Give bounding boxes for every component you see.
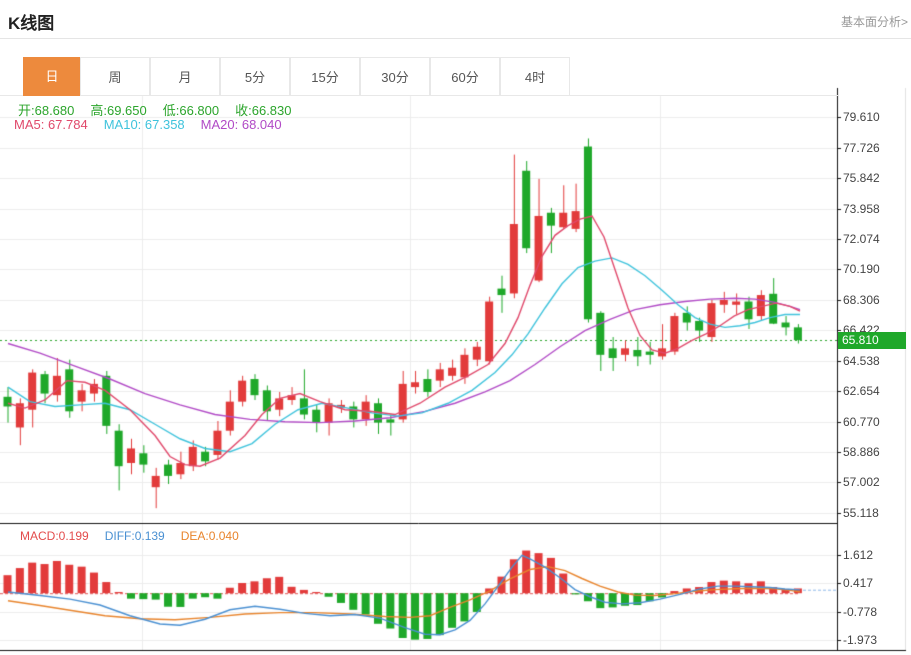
current-price-tag: 65.810 bbox=[838, 332, 906, 349]
kline-panel: K线图 基本面分析> 日周月5分15分30分60分4时 开:68.680 高:69… bbox=[0, 0, 911, 655]
macdLegend-item: DEA:0.040 bbox=[181, 529, 239, 543]
page-title: K线图 bbox=[8, 9, 54, 34]
axis-tick-label: 57.002 bbox=[843, 475, 880, 489]
ma-legend: MA5: 67.784 MA10: 67.358 MA20: 68.040 bbox=[14, 117, 298, 132]
axis-tick-label: 1.612 bbox=[843, 548, 873, 562]
ohlcLegend-item: 低:66.800 bbox=[163, 103, 219, 118]
tab-4h[interactable]: 4时 bbox=[500, 57, 570, 96]
axis-tick-label: 75.842 bbox=[843, 171, 880, 185]
macdLegend-item: DIFF:0.139 bbox=[105, 529, 165, 543]
axis-tick-label: 55.118 bbox=[843, 506, 879, 520]
axis-tick-label: 64.538 bbox=[843, 354, 880, 368]
maLegend-item: MA5: 67.784 bbox=[14, 117, 88, 132]
tab-15min[interactable]: 15分 bbox=[290, 57, 360, 96]
tab-month[interactable]: 月 bbox=[150, 57, 220, 96]
tab-30min[interactable]: 30分 bbox=[360, 57, 430, 96]
axis-tick-label: 58.886 bbox=[843, 445, 880, 459]
ohlcLegend-item: 开:68.680 bbox=[18, 103, 74, 118]
axis-tick-label: 0.417 bbox=[843, 576, 873, 590]
axis-tick-label: 62.654 bbox=[843, 384, 880, 398]
tab-5min[interactable]: 5分 bbox=[220, 57, 290, 96]
tab-60min[interactable]: 60分 bbox=[430, 57, 500, 96]
axis-tick-label: 60.770 bbox=[843, 415, 880, 429]
header-divider bbox=[0, 38, 911, 39]
maLegend-item: MA20: 68.040 bbox=[201, 117, 282, 132]
ohlcLegend-item: 收:66.830 bbox=[235, 103, 291, 118]
axis-tick-label: 70.190 bbox=[843, 262, 880, 276]
ohlcLegend-item: 高:69.650 bbox=[90, 103, 146, 118]
axis-tick-label: -1.973 bbox=[843, 633, 877, 647]
tab-day[interactable]: 日 bbox=[23, 57, 81, 96]
axis-tick-label: 79.610 bbox=[843, 110, 880, 124]
period-tabbar: 日周月5分15分30分60分4时 bbox=[0, 57, 838, 96]
axis-tick-label: -0.778 bbox=[843, 605, 877, 619]
kline-chart-canvas[interactable] bbox=[0, 0, 911, 655]
axis-tick-label: 68.306 bbox=[843, 293, 880, 307]
axis-tick-label: 72.074 bbox=[843, 232, 880, 246]
tab-week[interactable]: 周 bbox=[80, 57, 150, 96]
macd-legend: MACD:0.199 DIFF:0.139 DEA:0.040 bbox=[20, 529, 255, 543]
macdLegend-item: MACD:0.199 bbox=[20, 529, 89, 543]
maLegend-item: MA10: 67.358 bbox=[104, 117, 185, 132]
fundamental-analysis-link[interactable]: 基本面分析> bbox=[841, 13, 908, 30]
axis-tick-label: 77.726 bbox=[843, 141, 880, 155]
axis-tick-label: 73.958 bbox=[843, 202, 880, 216]
